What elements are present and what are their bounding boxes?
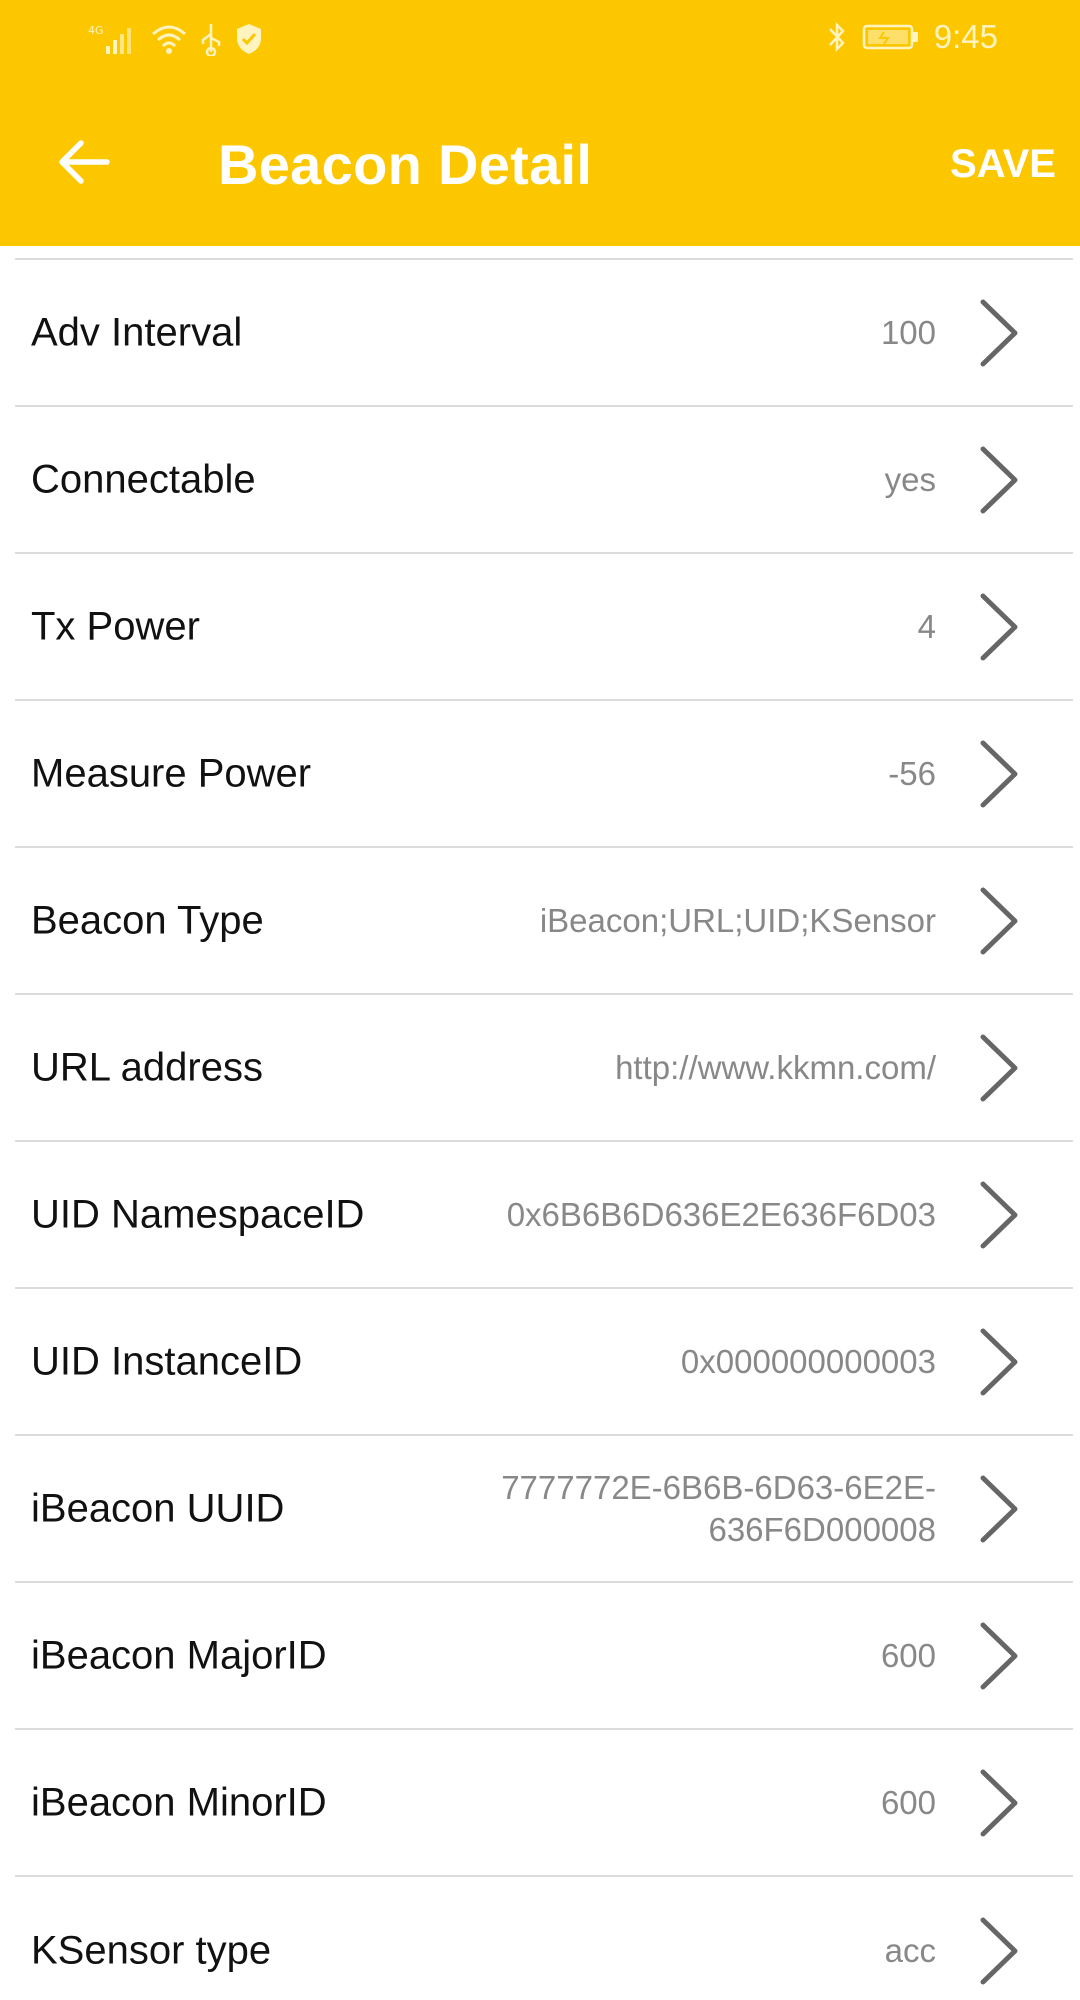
- row-value: 0x000000000003: [680, 1342, 936, 1380]
- usb-icon: [201, 24, 221, 56]
- row-value: http://www.kkmn.com/: [615, 1048, 936, 1086]
- row-value-line: 7777772E-6B6B-6D63-6E2E-: [501, 1468, 936, 1506]
- row-label: iBeacon MinorID: [31, 1780, 327, 1824]
- battery-icon: [862, 24, 918, 50]
- chevron-right-icon: [980, 299, 1018, 366]
- row-value-line: 636F6D000008: [708, 1510, 936, 1548]
- row-ibeacon-minor-id[interactable]: iBeacon MinorID 600: [15, 1730, 1073, 1877]
- row-value: 7777772E-6B6B-6D63-6E2E- 636F6D000008: [501, 1467, 936, 1551]
- chevron-right-icon: [980, 1769, 1018, 1836]
- row-ibeacon-uuid[interactable]: iBeacon UUID 7777772E-6B6B-6D63-6E2E- 63…: [15, 1436, 1073, 1583]
- save-button[interactable]: SAVE: [950, 142, 1056, 187]
- row-label: UID NamespaceID: [31, 1192, 365, 1236]
- row-ksensor-type[interactable]: KSensor type acc: [15, 1877, 1073, 2000]
- network-label: 4G: [88, 24, 104, 37]
- row-beacon-type[interactable]: Beacon Type iBeacon;URL;UID;KSensor: [15, 848, 1073, 995]
- row-url-address[interactable]: URL address http://www.kkmn.com/: [15, 995, 1073, 1142]
- wifi-icon: [152, 25, 186, 54]
- chevron-right-icon: [980, 593, 1018, 660]
- row-value: 600: [880, 1783, 936, 1821]
- shield-icon: [237, 24, 261, 54]
- row-label: Measure Power: [31, 751, 312, 795]
- row-value: acc: [884, 1931, 936, 1969]
- status-time: 9:45: [933, 18, 998, 55]
- app-bar: 4G 9:45 Beacon Detail SAVE: [0, 0, 1080, 246]
- row-label: Adv Interval: [31, 310, 243, 354]
- row-uid-instance-id[interactable]: UID InstanceID 0x000000000003: [15, 1289, 1073, 1436]
- row-label: Beacon Type: [31, 898, 264, 942]
- row-label: iBeacon MajorID: [31, 1633, 327, 1677]
- row-connectable[interactable]: Connectable yes: [15, 407, 1073, 554]
- chevron-right-icon: [980, 887, 1018, 954]
- row-value: 4: [917, 607, 936, 645]
- row-tx-power[interactable]: Tx Power 4: [15, 554, 1073, 701]
- status-bar: 4G 9:45: [0, 0, 1080, 78]
- signal-icon: 4G: [88, 24, 131, 54]
- row-label: URL address: [31, 1045, 263, 1089]
- row-value: iBeacon;URL;UID;KSensor: [539, 901, 936, 939]
- back-button[interactable]: [52, 130, 116, 194]
- row-label: Tx Power: [31, 604, 200, 648]
- row-measure-power[interactable]: Measure Power -56: [15, 701, 1073, 848]
- arrow-left-icon: [59, 140, 110, 184]
- chevron-right-icon: [980, 446, 1018, 513]
- row-value: yes: [884, 460, 936, 498]
- status-left-icons: 4G: [88, 22, 264, 56]
- chevron-right-icon: [980, 1328, 1018, 1395]
- row-uid-namespace-id[interactable]: UID NamespaceID 0x6B6B6D636E2E636F6D03: [15, 1142, 1073, 1289]
- row-value: 600: [880, 1636, 936, 1674]
- chevron-right-icon: [980, 1034, 1018, 1101]
- row-label: Connectable: [31, 457, 256, 501]
- row-label: KSensor type: [31, 1928, 272, 1972]
- row-value: 0x6B6B6D636E2E636F6D03: [506, 1195, 936, 1233]
- status-right-icons: 9:45: [826, 18, 998, 56]
- chevron-right-icon: [980, 1181, 1018, 1248]
- bluetooth-icon: [828, 21, 845, 53]
- chevron-right-icon: [980, 1475, 1018, 1542]
- row-label: UID InstanceID: [31, 1339, 303, 1383]
- row-value: -56: [888, 754, 936, 792]
- chevron-right-icon: [980, 1622, 1018, 1689]
- chevron-right-icon: [980, 740, 1018, 807]
- row-label: iBeacon UUID: [31, 1486, 285, 1530]
- row-value: 100: [880, 313, 936, 351]
- row-ibeacon-major-id[interactable]: iBeacon MajorID 600: [15, 1583, 1073, 1730]
- page-title: Beacon Detail: [218, 133, 593, 196]
- chevron-right-icon: [980, 1917, 1018, 1984]
- row-adv-interval[interactable]: Adv Interval 100: [15, 260, 1073, 407]
